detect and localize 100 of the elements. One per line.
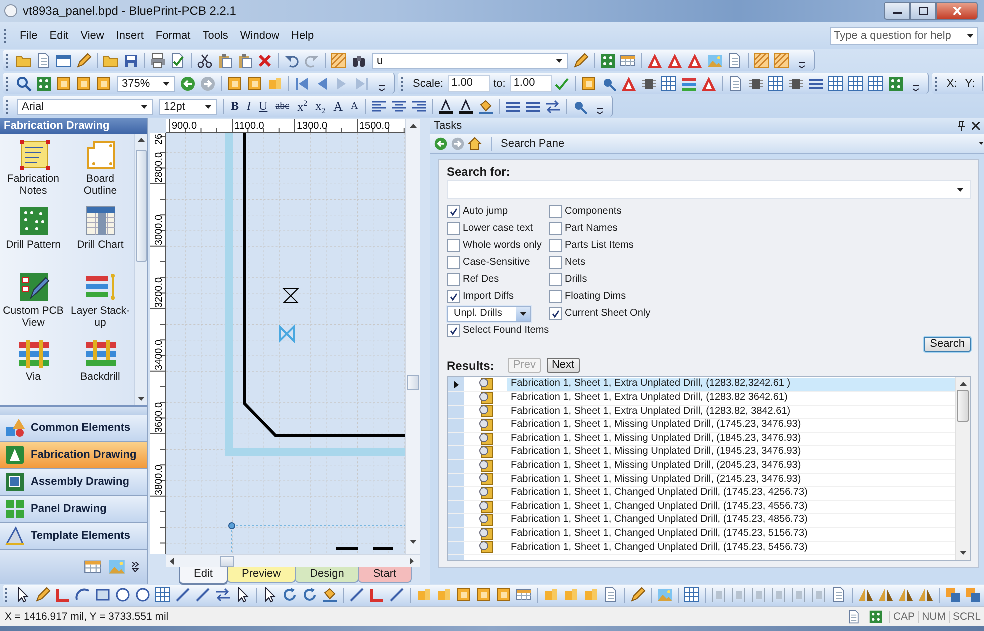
- italic-button[interactable]: I: [243, 98, 256, 116]
- grid-icon[interactable]: [768, 76, 784, 92]
- line-icon[interactable]: [349, 587, 365, 604]
- zoom-combo[interactable]: 375%: [117, 76, 175, 92]
- scroll-right-icon[interactable]: [410, 558, 414, 565]
- checkbox[interactable]: [447, 205, 460, 218]
- flip-icon[interactable]: [878, 587, 894, 604]
- checkbox[interactable]: [549, 290, 562, 304]
- checkbox-label[interactable]: Drills: [565, 274, 588, 286]
- page-icon[interactable]: [603, 587, 619, 604]
- shrink-font-button[interactable]: A: [346, 98, 362, 116]
- checkbox-label[interactable]: Ref Des: [463, 274, 500, 286]
- back-icon[interactable]: [434, 136, 448, 151]
- checkbox-label[interactable]: Select Found Items: [463, 325, 550, 336]
- menu-item[interactable]: Edit: [44, 28, 75, 44]
- vertical-scrollbar[interactable]: [134, 134, 147, 406]
- clipboard-icon[interactable]: [217, 52, 233, 69]
- close-button[interactable]: [936, 2, 978, 20]
- save-icon[interactable]: [123, 52, 139, 69]
- checkbox-label[interactable]: Case-Sensitive: [463, 257, 530, 268]
- back-icon[interactable]: [180, 76, 196, 92]
- strikethrough-button[interactable]: abc: [272, 98, 294, 116]
- dropdown-arrow-icon[interactable]: [520, 312, 526, 316]
- result-row[interactable]: Fabrication 1, Sheet 1, Changed Unplated Drill, (1745.23, 4556.73): [507, 500, 955, 514]
- menu-item[interactable]: Help: [286, 28, 320, 44]
- checkbox[interactable]: [549, 256, 562, 270]
- result-row[interactable]: Fabrication 1, Sheet 1, Changed Unplated Drill, (1745.23, 5456.73): [507, 542, 955, 554]
- check-icon[interactable]: [554, 76, 570, 92]
- help-search-field[interactable]: Type a question for help: [830, 26, 978, 45]
- checkbox-label[interactable]: Import Diffs: [463, 291, 514, 302]
- frame-icon[interactable]: [227, 76, 243, 92]
- checkbox[interactable]: [549, 239, 562, 252]
- script-button[interactable]: x$_{2}$: [312, 98, 330, 116]
- rotate-icon[interactable]: [282, 587, 298, 604]
- dropdown-arrow-icon[interactable]: [967, 34, 974, 38]
- pencil-icon[interactable]: [76, 52, 92, 69]
- rect-icon[interactable]: [95, 587, 111, 604]
- scroll-up-icon[interactable]: [410, 124, 416, 128]
- line-icon[interactable]: [389, 587, 405, 604]
- checkbox-label[interactable]: Nets: [565, 257, 586, 268]
- scroll-down-icon[interactable]: [960, 551, 966, 556]
- menu-item[interactable]: File: [14, 28, 44, 44]
- triangle-icon[interactable]: [687, 52, 703, 69]
- hatch-icon[interactable]: [754, 52, 770, 69]
- rotate-icon[interactable]: [302, 587, 318, 604]
- result-row[interactable]: Fabrication 1, Sheet 1, Missing Unplated Drill, (1845.23, 3476.93): [507, 432, 955, 446]
- chevron-icon[interactable]: [132, 562, 139, 572]
- result-row[interactable]: Fabrication 1, Sheet 1, Extra Unplated Drill, (1283.82, 3842.61): [507, 406, 955, 418]
- category-button[interactable]: Panel Drawing: [0, 496, 147, 524]
- maximize-button[interactable]: [910, 2, 936, 20]
- grid-icon[interactable]: [868, 76, 884, 92]
- frame-icon[interactable]: [247, 76, 263, 92]
- result-row[interactable]: Fabrication 1, Sheet 1, Missing Unplated Drill, (2145.23, 3476.93): [507, 474, 955, 486]
- overlap-icon[interactable]: [945, 587, 961, 604]
- arrows-icon[interactable]: [545, 98, 562, 115]
- checkbox[interactable]: [549, 273, 562, 286]
- overlap-icon[interactable]: [965, 587, 981, 604]
- scroll-down-icon[interactable]: [410, 540, 416, 544]
- pcb-icon[interactable]: [600, 52, 616, 69]
- clipboard-icon[interactable]: [237, 52, 253, 69]
- vertical-scrollbar[interactable]: [405, 119, 420, 554]
- vertical-scrollbar[interactable]: [955, 377, 970, 560]
- category-button[interactable]: Common Elements: [0, 415, 147, 442]
- grid-icon[interactable]: [848, 76, 864, 92]
- flip-icon[interactable]: [858, 587, 874, 604]
- chart-icon[interactable]: [84, 204, 118, 238]
- result-row[interactable]: Fabrication 1, Sheet 1, Changed Unplated Drill, (1745.23, 4856.73): [507, 514, 955, 527]
- next-button[interactable]: Next: [546, 358, 580, 374]
- line-icon[interactable]: [195, 587, 211, 604]
- handle-point[interactable]: [228, 522, 236, 530]
- checkbox[interactable]: [447, 239, 460, 252]
- frame-icon[interactable]: [56, 76, 72, 92]
- minimize-button[interactable]: [884, 2, 910, 20]
- frame-icon[interactable]: [96, 76, 112, 92]
- checkbox-label[interactable]: Current Sheet Only: [565, 308, 651, 320]
- scissors-icon[interactable]: [197, 52, 213, 69]
- circle-icon[interactable]: [135, 587, 151, 604]
- checkbox-label[interactable]: Components: [565, 206, 622, 218]
- frame-icon[interactable]: [76, 76, 92, 92]
- result-row[interactable]: Fabrication 1, Sheet 1, Changed Unplated Drill, (1745.23, 5156.73): [507, 528, 955, 541]
- window-icon[interactable]: [56, 52, 72, 69]
- line-icon[interactable]: [175, 587, 191, 604]
- pencil-icon[interactable]: [573, 52, 589, 69]
- checkbox[interactable]: [447, 256, 460, 270]
- sheet-tab[interactable]: Start: [358, 567, 412, 584]
- scroll-thumb[interactable]: [407, 375, 419, 390]
- close-icon[interactable]: [972, 122, 980, 130]
- font-combo[interactable]: Arial: [17, 98, 153, 115]
- magnifier-icon[interactable]: [16, 76, 32, 92]
- scroll-up-icon[interactable]: [960, 382, 966, 386]
- scroll-down-icon[interactable]: [138, 397, 144, 402]
- bucket-icon[interactable]: [322, 587, 338, 604]
- checkbox-label[interactable]: Auto jump: [463, 206, 508, 218]
- scroll-thumb[interactable]: [136, 150, 146, 262]
- corner-icon[interactable]: [55, 587, 71, 604]
- sheet-tab[interactable]: Edit: [179, 567, 228, 584]
- frame-icon[interactable]: [456, 587, 472, 604]
- align-center-icon[interactable]: [391, 98, 408, 115]
- pcb-icon[interactable]: [888, 76, 904, 92]
- scroll-left-icon[interactable]: [170, 558, 174, 565]
